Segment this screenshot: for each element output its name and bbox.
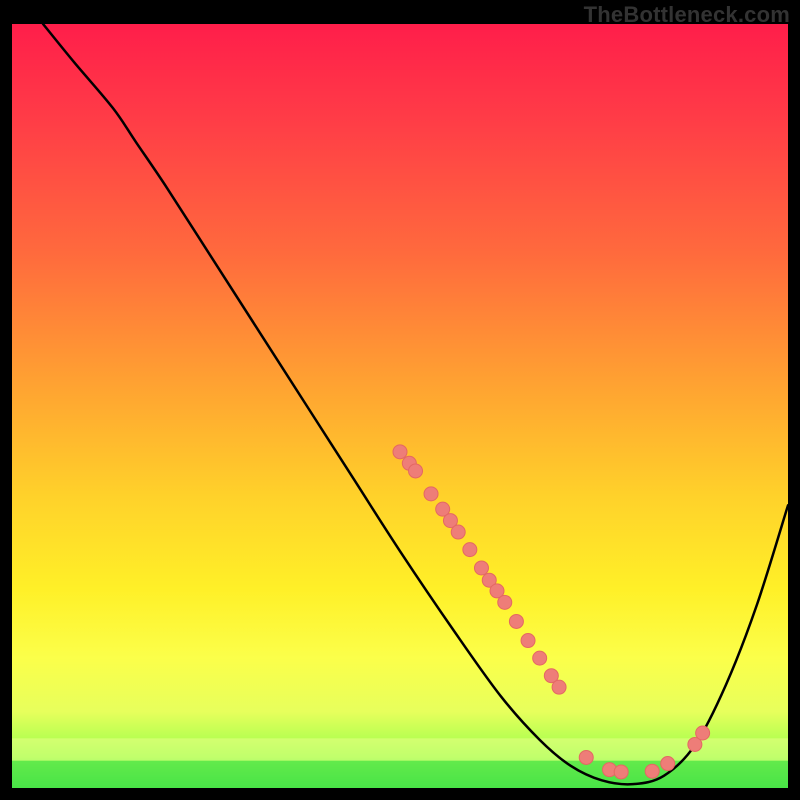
data-point xyxy=(451,525,465,539)
watermark-text: TheBottleneck.com xyxy=(584,2,790,28)
plot-area xyxy=(12,24,788,788)
data-point xyxy=(474,561,488,575)
data-point xyxy=(614,765,628,779)
data-point xyxy=(645,764,659,778)
data-point xyxy=(552,680,566,694)
data-point xyxy=(393,445,407,459)
chart-frame: TheBottleneck.com xyxy=(0,0,800,800)
data-point xyxy=(409,464,423,478)
gradient-background xyxy=(12,24,788,788)
data-point xyxy=(533,651,547,665)
data-point xyxy=(521,634,535,648)
data-point xyxy=(498,595,512,609)
bottleneck-curve-chart xyxy=(12,24,788,788)
data-point xyxy=(579,750,593,764)
data-point xyxy=(661,757,675,771)
data-point xyxy=(509,614,523,628)
data-point xyxy=(696,726,710,740)
data-point xyxy=(424,487,438,501)
data-point xyxy=(463,543,477,557)
